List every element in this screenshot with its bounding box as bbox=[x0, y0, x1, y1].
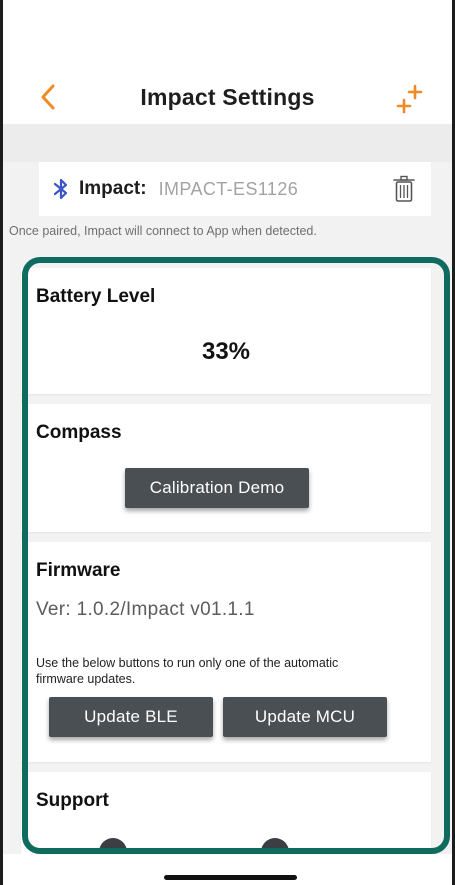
support-title: Support bbox=[36, 790, 109, 811]
update-mcu-button[interactable]: Update MCU bbox=[223, 697, 387, 737]
status-bar bbox=[3, 0, 452, 70]
calibration-demo-button[interactable]: Calibration Demo bbox=[125, 468, 309, 508]
compass-title: Compass bbox=[36, 422, 122, 443]
trash-icon[interactable] bbox=[393, 175, 415, 203]
add-device-icon bbox=[396, 84, 423, 114]
firmware-section: Firmware Ver: 1.0.2/Impact v01.1.1 Use t… bbox=[21, 542, 431, 762]
battery-section: Battery Level 33% bbox=[21, 268, 431, 394]
battery-level-value: 33% bbox=[201, 338, 251, 365]
support-option-icon[interactable] bbox=[261, 838, 289, 854]
navigation-bar: Impact Settings bbox=[3, 70, 452, 124]
back-button[interactable] bbox=[33, 78, 63, 116]
bluetooth-icon bbox=[53, 178, 68, 200]
firmware-version: Ver: 1.0.2/Impact v01.1.1 bbox=[36, 599, 255, 620]
add-device-button[interactable] bbox=[396, 82, 426, 116]
phone-screen: Impact Settings Impact: IMPACT-ES1126 On… bbox=[0, 0, 455, 885]
home-indicator[interactable] bbox=[164, 875, 297, 880]
battery-title: Battery Level bbox=[36, 286, 156, 307]
paired-device-row: Impact: IMPACT-ES1126 bbox=[39, 162, 431, 216]
chevron-left-icon bbox=[41, 84, 55, 110]
device-name: IMPACT-ES1126 bbox=[158, 178, 299, 199]
page-title: Impact Settings bbox=[140, 83, 315, 110]
update-ble-button[interactable]: Update BLE bbox=[49, 697, 213, 737]
device-label: Impact: bbox=[79, 178, 147, 199]
support-section: Support bbox=[21, 772, 431, 854]
home-area bbox=[3, 854, 452, 885]
compass-section: Compass Calibration Demo bbox=[21, 404, 431, 532]
pairing-note: Once paired, Impact will connect to App … bbox=[9, 224, 317, 238]
firmware-note: Use the below buttons to run only one of… bbox=[36, 656, 339, 686]
support-option-icon[interactable] bbox=[99, 838, 127, 854]
firmware-title: Firmware bbox=[36, 560, 121, 581]
header-divider bbox=[3, 124, 452, 162]
